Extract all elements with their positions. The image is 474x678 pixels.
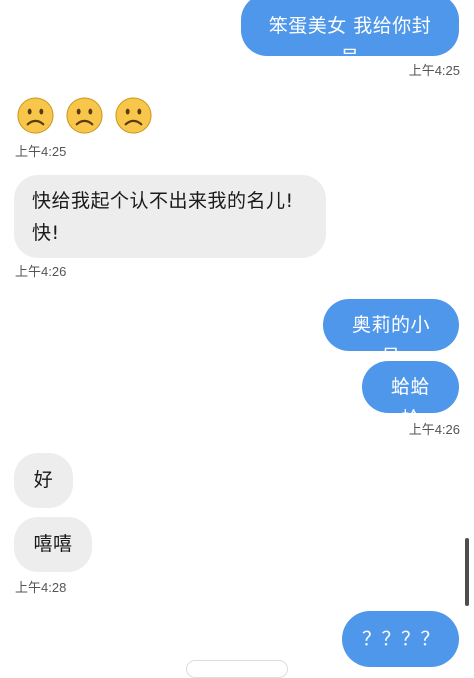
scrollbar-thumb[interactable]: [465, 538, 469, 606]
frowning-face-icon: [66, 97, 103, 134]
scroll-to-bottom-pill[interactable]: [186, 660, 288, 678]
message-text: 快给我起个认不出来我的名儿!: [32, 190, 294, 212]
message-text: 奥莉的小号: [351, 314, 430, 368]
message-timestamp: 上午4:26: [15, 264, 67, 279]
message-timestamp: 上午4:25: [408, 63, 460, 78]
message-timestamp: 上午4:25: [15, 144, 67, 159]
outgoing-message-bubble[interactable]: ？？？？: [342, 611, 459, 667]
emoji-message[interactable]: [16, 96, 153, 135]
incoming-message-bubble[interactable]: 快给我起个认不出来我的名儿! 快!: [14, 175, 326, 258]
message-text: 好: [33, 469, 54, 491]
message-text: 嘻嘻: [33, 533, 73, 555]
message-timestamp: 上午4:28: [15, 580, 67, 595]
outgoing-message-bubble[interactable]: 蛤蛤蛤: [362, 361, 459, 430]
incoming-message-bubble[interactable]: 好: [14, 453, 73, 508]
frowning-face-icon: [17, 97, 54, 134]
message-timestamp: 上午4:26: [408, 422, 460, 437]
incoming-message-bubble[interactable]: 嘻嘻: [14, 517, 92, 572]
message-text: ？？？？: [362, 628, 441, 650]
message-text: 快!: [32, 222, 60, 244]
outgoing-message-bubble[interactable]: 笨蛋美女 我给你封号: [241, 0, 459, 69]
frowning-face-icon: [115, 97, 152, 134]
outgoing-message-bubble[interactable]: 奥莉的小号: [323, 299, 459, 368]
message-text: 笨蛋美女 我给你封号: [268, 15, 432, 69]
